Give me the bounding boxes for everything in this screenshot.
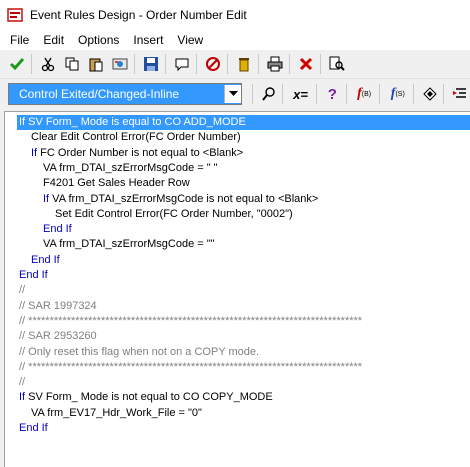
code-line[interactable]: F4201 Get Sales Header Row (43, 176, 190, 191)
statement-text: // *************************************… (19, 360, 363, 373)
main-toolbar (0, 50, 470, 79)
comment-line[interactable]: // Only reset this flag when not on a CO… (19, 345, 259, 360)
comment-line[interactable]: // SAR 1997324 (19, 299, 97, 314)
code-line[interactable]: If SV Form_ Mode is not equal to CO COPY… (19, 390, 273, 405)
code-line[interactable]: End If (19, 421, 48, 436)
toolbar-divider (413, 84, 415, 104)
code-line[interactable]: If SV Form_ Mode is equal to CO ADD_MODE (17, 115, 470, 130)
system-function-icon[interactable]: f (S) (385, 83, 410, 105)
code-line[interactable]: VA frm_DTAI_szErrorMsgCode = " " (43, 161, 218, 176)
code-line[interactable]: Clear Edit Control Error(FC Order Number… (31, 130, 241, 145)
map-icon[interactable] (109, 53, 131, 75)
insert-line-icon[interactable] (449, 83, 470, 105)
statement-text: FC Order Number is not equal to <Blank> (37, 146, 244, 159)
event-toolbar: Control Exited/Changed-Inline x= ? f (B) … (0, 79, 470, 109)
find-icon[interactable] (326, 53, 348, 75)
statement-text: VA frm_DTAI_szErrorMsgCode = " " (43, 161, 218, 174)
assign-icon[interactable]: x= (288, 83, 313, 105)
statement-text: // *************************************… (19, 314, 363, 327)
toolbar-divider (227, 54, 228, 74)
menu-edit[interactable]: Edit (36, 30, 71, 50)
code-line[interactable]: VA frm_DTAI_szErrorMsgCode = "" (43, 237, 215, 252)
table-io-icon[interactable] (419, 83, 440, 105)
toolbar-divider (289, 54, 290, 74)
statement-text: VA frm_DTAI_szErrorMsgCode is not equal … (49, 192, 319, 205)
statement-text: SV Form_ Mode is not equal to CO COPY_MO… (25, 391, 273, 404)
menu-file[interactable]: File (0, 30, 36, 50)
keyword: End If (19, 422, 48, 434)
statement-text: Clear Edit Control Error(FC Order Number… (31, 131, 241, 144)
statement-text: // SAR 1997324 (19, 299, 97, 312)
toolbar-divider (134, 54, 135, 74)
toolbar-divider (315, 84, 317, 104)
code-line[interactable]: End If (31, 253, 60, 268)
menu-view[interactable]: View (170, 30, 210, 50)
statement-text: // (19, 376, 26, 389)
comment-line[interactable]: // *************************************… (19, 314, 362, 329)
save-icon[interactable] (140, 53, 162, 75)
app-icon (7, 8, 23, 22)
cut-icon[interactable] (37, 53, 59, 75)
delete-trash-icon[interactable] (233, 53, 255, 75)
code-line[interactable]: If VA frm_DTAI_szErrorMsgCode is not equ… (43, 192, 318, 207)
toolbar-divider (379, 84, 381, 104)
toolbar-divider (165, 54, 166, 74)
window-title: Event Rules Design - Order Number Edit (30, 8, 247, 22)
comment-line[interactable]: // (19, 375, 25, 390)
toolbar-divider (258, 54, 259, 74)
statement-text: // (19, 284, 26, 297)
cancel-x-icon[interactable] (295, 53, 317, 75)
chevron-down-icon[interactable] (224, 85, 242, 103)
toolbar-divider (31, 54, 32, 74)
event-select[interactable]: Control Exited/Changed-Inline (8, 83, 243, 105)
business-function-icon[interactable]: f (B) (352, 83, 377, 105)
toolbar-divider (252, 84, 254, 104)
toolbar-divider (196, 54, 197, 74)
keyword: End If (19, 269, 48, 281)
keyword: End If (43, 223, 72, 236)
comment-line[interactable]: // SAR 2953260 (19, 329, 97, 344)
comment-line[interactable]: // *************************************… (19, 360, 362, 375)
code-line[interactable]: Set Edit Control Error(FC Order Number, … (55, 207, 293, 222)
paste-icon[interactable] (85, 53, 107, 75)
menu-options[interactable]: Options (71, 30, 126, 50)
code-line[interactable]: End If (19, 268, 48, 283)
statement-text: F4201 Get Sales Header Row (43, 177, 190, 190)
f-sub: (S) (395, 90, 405, 98)
title-bar: Event Rules Design - Order Number Edit (0, 0, 470, 30)
toolbar-divider (345, 84, 347, 104)
print-icon[interactable] (264, 53, 286, 75)
toolbar-divider (443, 84, 445, 104)
statement-text: // SAR 2953260 (19, 330, 97, 343)
menu-insert[interactable]: Insert (126, 30, 170, 50)
help-icon[interactable]: ? (322, 83, 343, 105)
disable-icon[interactable] (202, 53, 224, 75)
statement-text: SV Form_ Mode is equal to CO ADD_MODE (25, 116, 246, 128)
code-line[interactable]: End If (43, 222, 72, 237)
event-select-value: Control Exited/Changed-Inline (19, 87, 180, 101)
f-sub: (B) (361, 90, 372, 98)
ok-check-icon[interactable] (6, 53, 28, 75)
statement-text: Set Edit Control Error(FC Order Number, … (55, 207, 293, 220)
statement-text: VA frm_DTAI_szErrorMsgCode = "" (43, 238, 215, 251)
code-line[interactable]: If FC Order Number is not equal to <Blan… (31, 146, 243, 161)
function-search-icon[interactable] (258, 83, 279, 105)
keyword: End If (31, 253, 60, 266)
copy-icon[interactable] (61, 53, 83, 75)
statement-text: // Only reset this flag when not on a CO… (19, 345, 260, 358)
code-line[interactable]: VA frm_EV17_Hdr_Work_File = "0" (31, 406, 202, 421)
comment-line[interactable]: // (19, 283, 25, 298)
menu-bar: File Edit Options Insert View (0, 30, 470, 50)
statement-text: VA frm_EV17_Hdr_Work_File = "0" (31, 406, 202, 419)
event-rules-editor[interactable]: If SV Form_ Mode is equal to CO ADD_MODE… (4, 111, 470, 467)
comment-icon[interactable] (171, 53, 193, 75)
toolbar-divider (320, 54, 321, 74)
toolbar-divider (282, 84, 284, 104)
